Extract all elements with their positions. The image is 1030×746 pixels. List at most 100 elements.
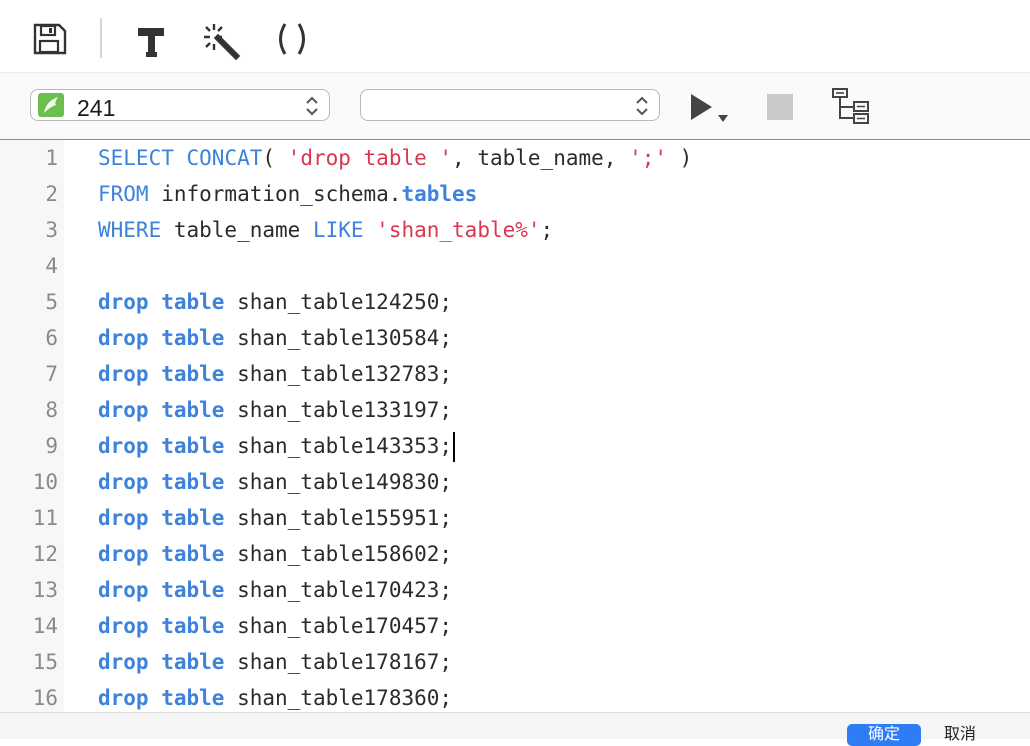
cancel-button[interactable]: 取消 (944, 724, 1014, 746)
code-text: drop table shan_table158602; (98, 536, 452, 572)
line-number: 3 (45, 218, 58, 242)
code-line[interactable]: 9 drop table shan_table143353; (0, 428, 1030, 464)
string-token: 'drop table ' (287, 146, 453, 170)
sql-editor[interactable]: 1 SELECT CONCAT( 'drop table ', table_nam… (0, 140, 1030, 712)
code-line[interactable]: 10 drop table shan_table149830; (0, 464, 1030, 500)
keyword-token: drop (98, 650, 149, 674)
keyword-token: drop (98, 506, 149, 530)
keyword-token: drop (98, 578, 149, 602)
keyword-token: tables (401, 182, 478, 206)
code-line[interactable]: 2 FROM information_schema.tables (0, 176, 1030, 212)
code-token: shan_table158602; (224, 542, 453, 566)
code-token: shan_table130584; (224, 326, 453, 350)
code-token: shan_table170457; (224, 614, 453, 638)
code-text: drop table shan_table133197; (98, 392, 452, 428)
keyword-token: drop (98, 326, 149, 350)
code-line[interactable]: 4 (0, 248, 1030, 284)
keyword-token: table (161, 542, 225, 566)
play-icon (691, 94, 728, 122)
keyword-token: table (161, 398, 225, 422)
chevron-updown-icon (306, 96, 318, 116)
code-line[interactable]: 12 drop table shan_table158602; (0, 536, 1030, 572)
code-token: shan_table132783; (224, 362, 453, 386)
code-text: drop table shan_table149830; (98, 464, 452, 500)
run-button[interactable] (688, 91, 734, 127)
chevron-updown-icon (636, 96, 648, 116)
database-value: 241 (77, 95, 116, 121)
keyword-token: LIKE (312, 218, 364, 242)
keyword-token: table (161, 290, 225, 314)
explain-button[interactable] (830, 87, 872, 127)
keyword-token: table (161, 434, 225, 458)
code-text: drop table shan_table170423; (98, 572, 452, 608)
line-number: 10 (32, 470, 58, 494)
save-icon (33, 23, 67, 55)
line-number: 1 (45, 146, 58, 170)
line-number: 13 (32, 578, 58, 602)
line-number: 12 (32, 542, 58, 566)
keyword-token: table (161, 506, 225, 530)
code-line[interactable]: 8 drop table shan_table133197; (0, 392, 1030, 428)
line-number: 11 (32, 506, 58, 530)
code-line[interactable]: 13 drop table shan_table170423; (0, 572, 1030, 608)
keyword-token: WHERE (98, 218, 162, 242)
keyword-token: table (161, 686, 225, 710)
save-button[interactable] (30, 18, 70, 60)
code-token: ( (262, 146, 288, 170)
line-number: 7 (45, 362, 58, 386)
code-text: FROM information_schema.tables (98, 176, 477, 212)
toolbar-separator (100, 18, 102, 58)
schema-select[interactable] (360, 89, 660, 121)
stop-button[interactable] (767, 94, 793, 120)
ok-button[interactable]: 确定 (847, 724, 921, 746)
parentheses-icon (279, 23, 305, 55)
code-line[interactable]: 7 drop table shan_table132783; (0, 356, 1030, 392)
keyword-token: drop (98, 434, 149, 458)
code-line[interactable]: 1 SELECT CONCAT( 'drop table ', table_nam… (0, 140, 1030, 176)
line-number: 4 (45, 254, 58, 278)
dialog-footer: 确定 取消 (0, 712, 1030, 746)
code-line[interactable]: 14 drop table shan_table170457; (0, 608, 1030, 644)
code-text: drop table shan_table130584; (98, 320, 452, 356)
code-line[interactable]: 11 drop table shan_table155951; (0, 500, 1030, 536)
code-text: WHERE table_name LIKE 'shan_table%'; (98, 212, 553, 248)
line-number: 6 (45, 326, 58, 350)
code-line[interactable]: 6 drop table shan_table130584; (0, 320, 1030, 356)
code-line[interactable]: 5 drop table shan_table124250; (0, 284, 1030, 320)
code-line[interactable]: 16 drop table shan_table178360; (0, 680, 1030, 712)
code-token: ; (540, 218, 554, 242)
line-number: 15 (32, 650, 58, 674)
code-token: shan_table178167; (224, 650, 453, 674)
keyword-token: table (161, 470, 225, 494)
database-select[interactable]: 241 (30, 89, 330, 121)
line-number: 9 (45, 434, 58, 458)
beautify-button[interactable] (200, 18, 241, 60)
code-token: shan_table178360; (224, 686, 453, 710)
code-token: table_name (161, 218, 313, 242)
format-button[interactable] (134, 18, 174, 60)
code-line[interactable]: 15 drop table shan_table178167; (0, 644, 1030, 680)
code-token: shan_table143353; (224, 434, 453, 458)
string-token: ';' (629, 146, 667, 170)
code-token: shan_table155951; (224, 506, 453, 530)
parentheses-button[interactable] (272, 18, 312, 60)
keyword-token: table (161, 578, 225, 602)
hammer-icon (138, 28, 164, 57)
keyword-token: table (161, 614, 225, 638)
keyword-token: drop (98, 686, 149, 710)
code-line[interactable]: 3 WHERE table_name LIKE 'shan_table%'; (0, 212, 1030, 248)
code-text: drop table shan_table124250; (98, 284, 452, 320)
toolbar (0, 0, 1030, 73)
